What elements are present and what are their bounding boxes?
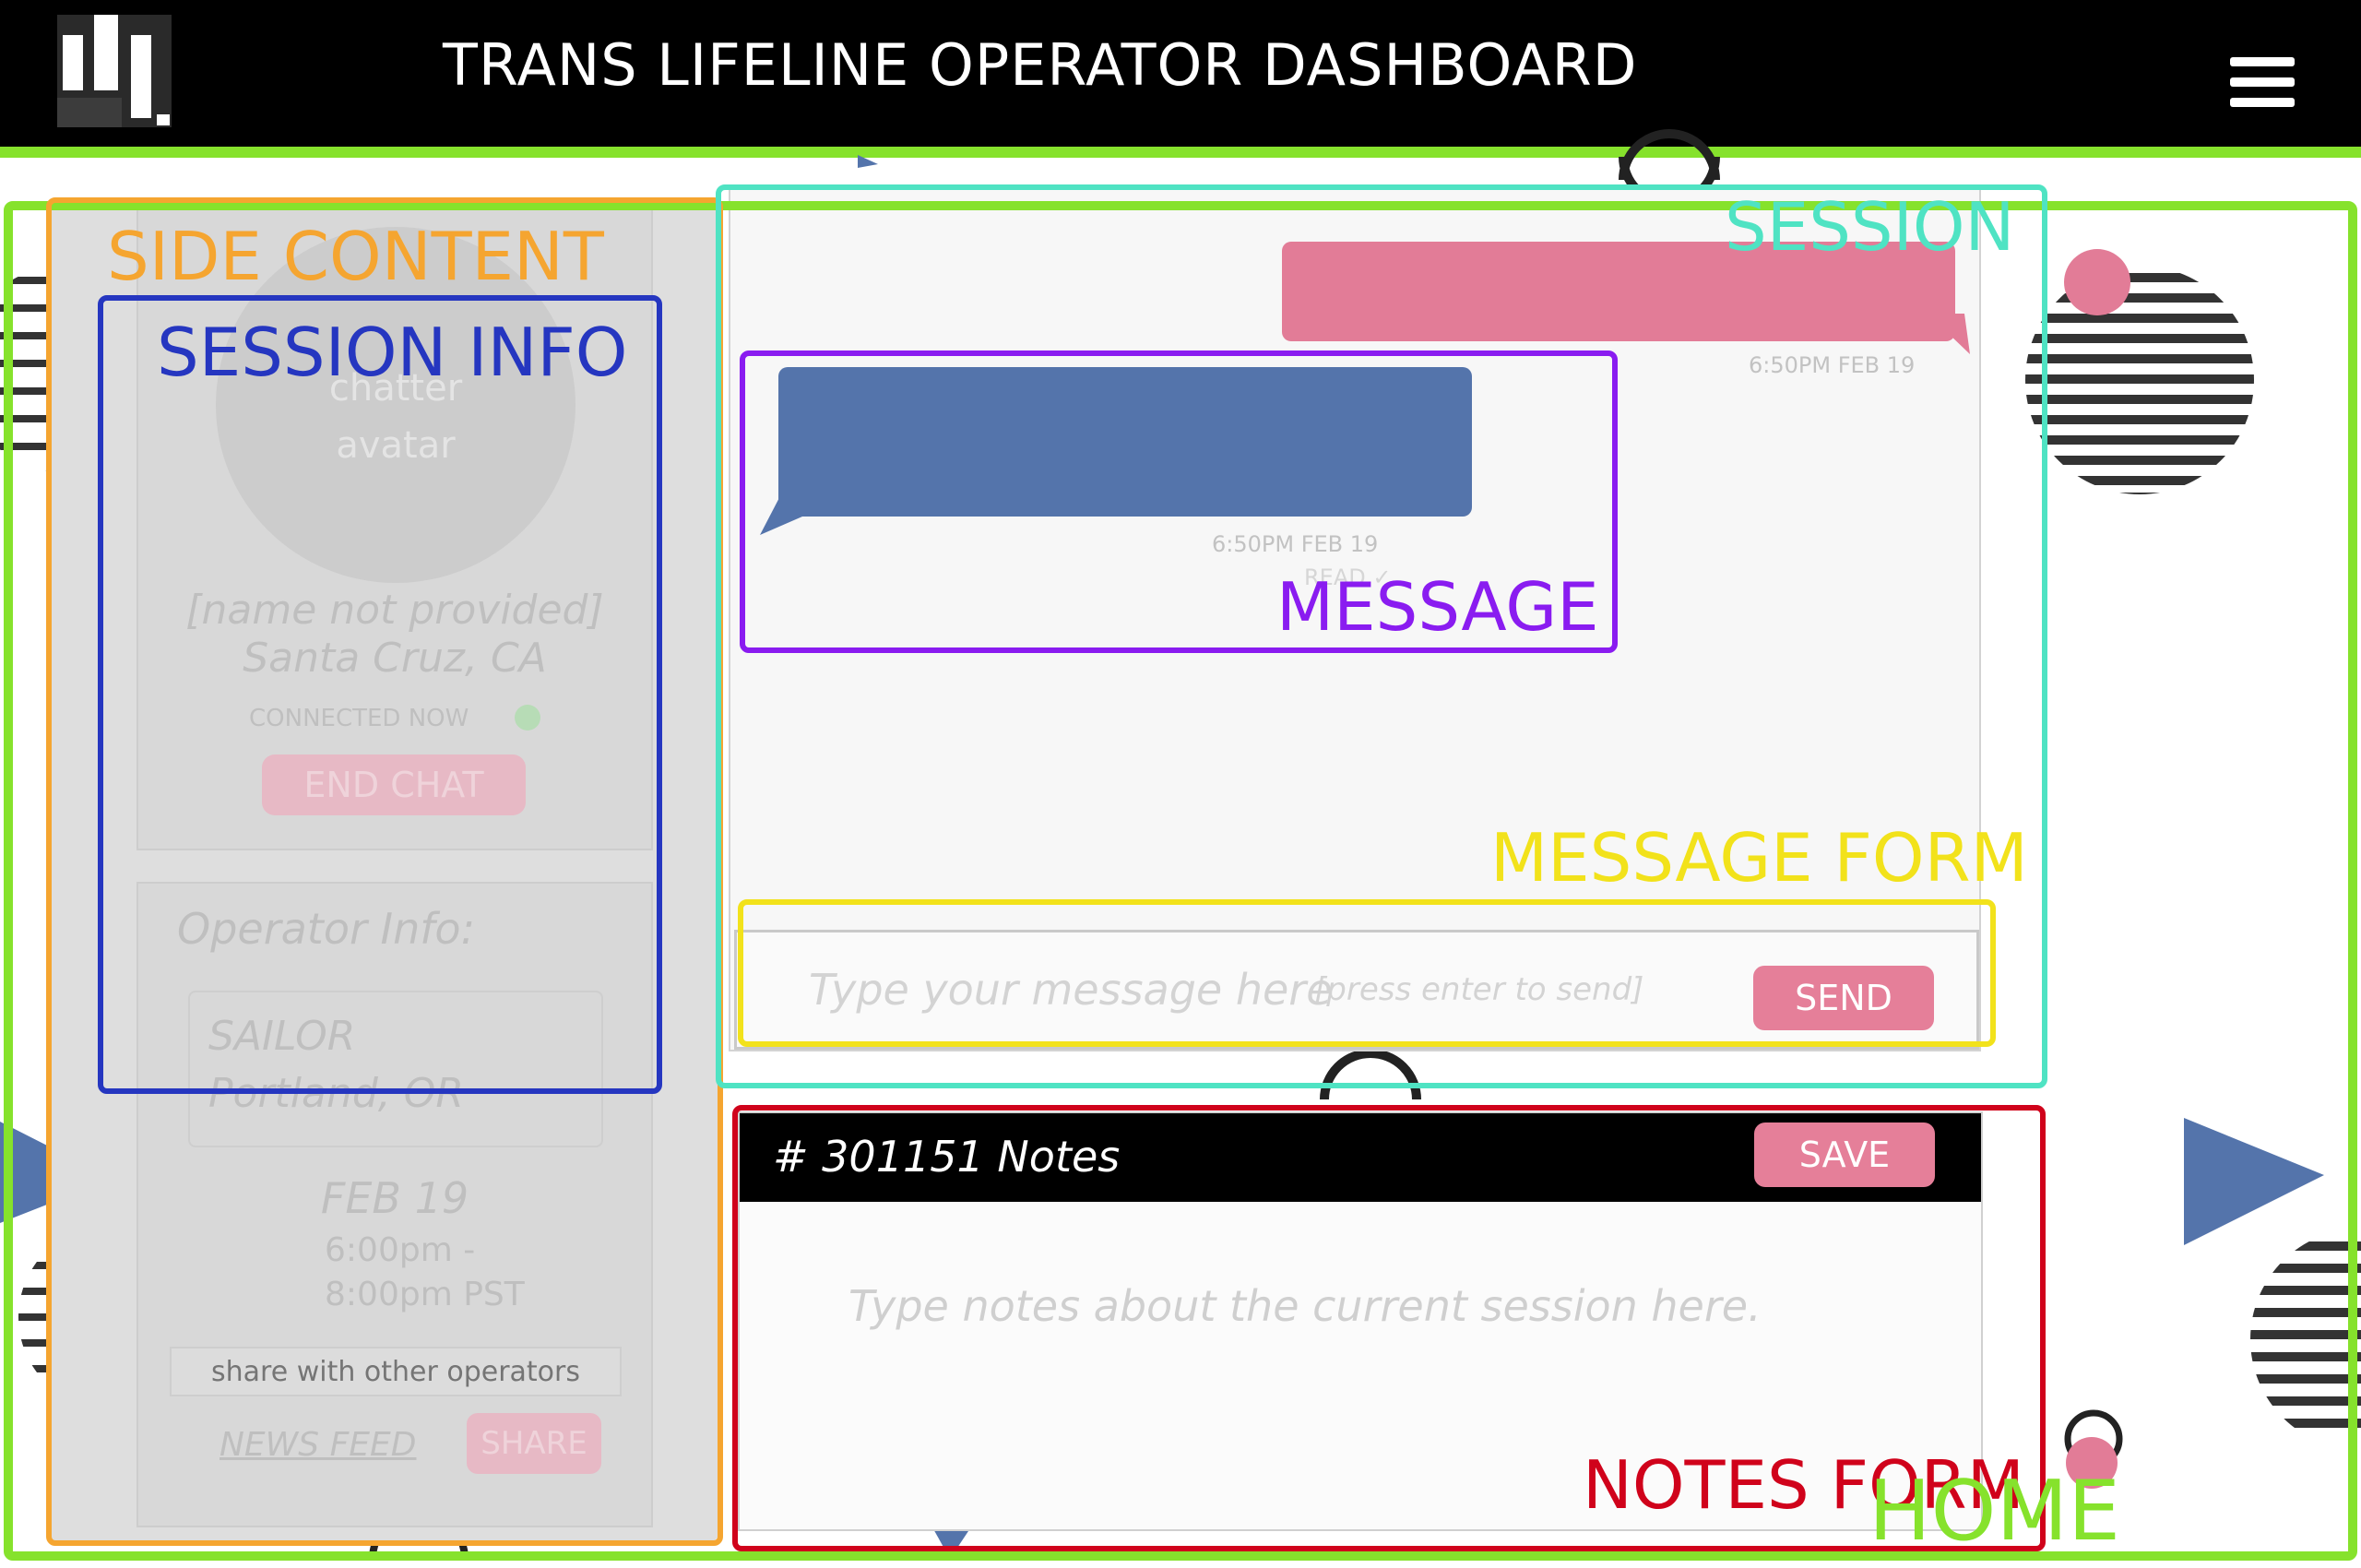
connection-status: CONNECTED NOW (249, 705, 469, 732)
end-chat-button[interactable]: END CHAT (262, 754, 526, 815)
shift-date: FEB 19 (320, 1173, 469, 1223)
trans-lifeline-logo[interactable] (57, 15, 172, 127)
operator-location: Portland, OR (208, 1070, 464, 1117)
news-feed-link[interactable]: NEWS FEED (219, 1426, 417, 1464)
app-header: TRANS LIFELINE OPERATOR DASHBOARD (0, 0, 2361, 152)
send-button[interactable]: SEND (1753, 966, 1934, 1030)
message-form: [press enter to send] SEND (734, 930, 1979, 1050)
header-underline (0, 147, 2361, 158)
share-button[interactable]: SHARE (467, 1413, 601, 1474)
save-button[interactable]: SAVE (1754, 1123, 1935, 1187)
notes-title: # 301151 Notes (773, 1132, 1121, 1182)
message-input-hint: [press enter to send] (1314, 971, 1644, 1008)
notes-header: # 301151 Notes SAVE (740, 1113, 1981, 1202)
operator-info-heading: Operator Info: (177, 904, 476, 954)
outgoing-message-bubble (1282, 242, 1955, 341)
outgoing-message-timestamp: 6:50PM FEB 19 (1749, 352, 1916, 378)
incoming-message-bubble (778, 367, 1472, 517)
notes-form: # 301151 Notes SAVE (738, 1111, 1983, 1531)
shift-time: 6:00pm - 8:00pm PST (325, 1231, 525, 1313)
incoming-message-read-status: READ ✓ (1304, 564, 1392, 590)
notes-textarea[interactable] (740, 1202, 1981, 1529)
operator-name: SAILOR (208, 1013, 356, 1060)
share-input[interactable] (170, 1347, 622, 1396)
chatter-name: [name not provided] (185, 587, 604, 634)
incoming-message-timestamp: 6:50PM FEB 19 (1212, 531, 1379, 557)
hamburger-menu-icon[interactable] (2230, 57, 2295, 113)
app-title: TRANS LIFELINE OPERATOR DASHBOARD (443, 31, 1638, 99)
connection-status-dot (515, 705, 540, 731)
chatter-avatar-label: chatter avatar (328, 367, 463, 467)
chatter-location: Santa Cruz, CA (243, 635, 547, 682)
